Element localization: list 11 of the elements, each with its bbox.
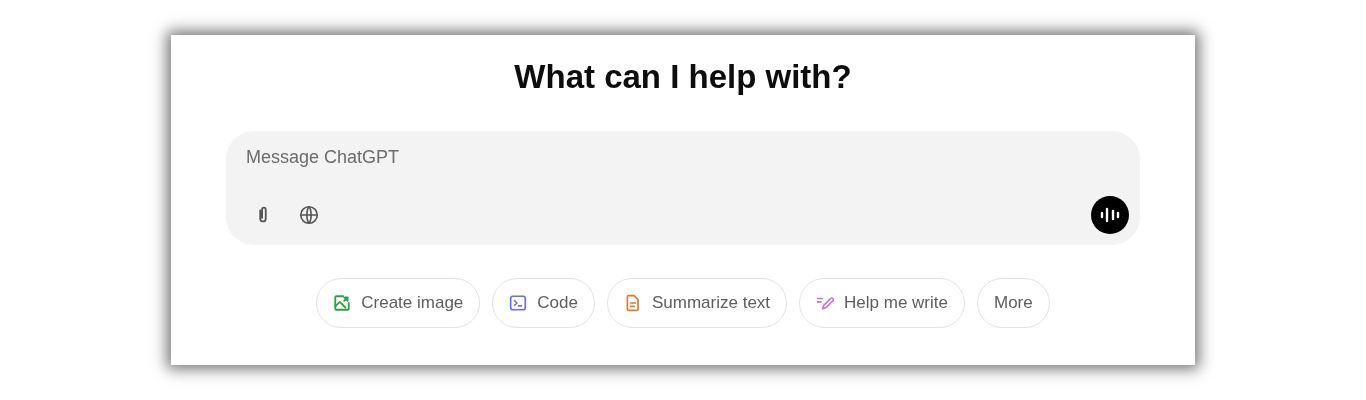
suggestion-chip[interactable]: Summarize text bbox=[606, 278, 788, 328]
suggestion-chip[interactable]: Help me write bbox=[799, 278, 965, 328]
pen-icon bbox=[816, 294, 835, 312]
heading: What can I help with? bbox=[514, 57, 852, 97]
image-icon bbox=[333, 294, 352, 312]
message-field[interactable]: Message ChatGPT bbox=[246, 147, 846, 168]
suggestion-chip[interactable]: More bbox=[977, 278, 1050, 328]
suggestion-chip[interactable]: Code bbox=[492, 278, 595, 328]
voice-button[interactable] bbox=[1091, 196, 1129, 234]
suggestion-chip[interactable]: Create image bbox=[316, 278, 481, 328]
terminal-icon bbox=[509, 294, 528, 312]
